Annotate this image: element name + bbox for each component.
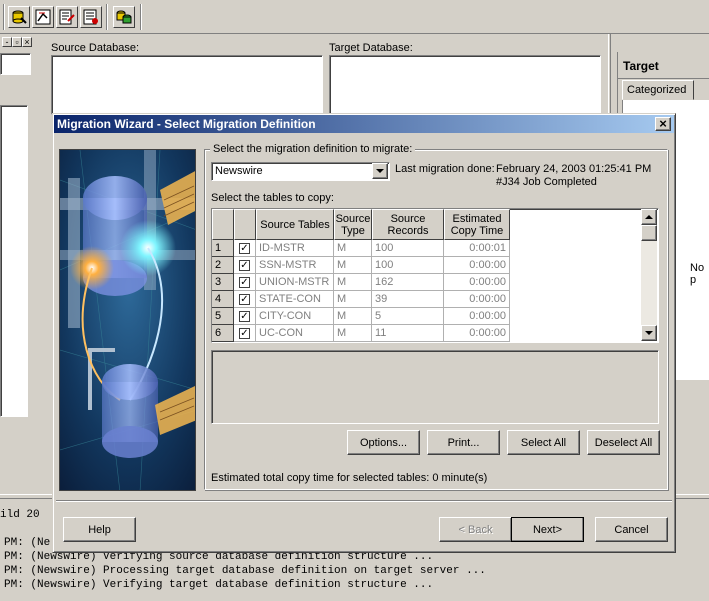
grid-scrollbar[interactable] xyxy=(641,209,657,341)
copy-time-cell: 0:00:00 xyxy=(444,291,510,308)
row-checkbox-cell[interactable]: ✓ xyxy=(234,291,256,308)
definition-dropdown-value: Newswire xyxy=(215,165,263,177)
table-checkbox[interactable]: ✓ xyxy=(239,277,250,288)
source-database-box[interactable] xyxy=(51,55,323,115)
deselect-all-button[interactable]: Deselect All xyxy=(587,430,660,455)
options-button[interactable]: Options... xyxy=(347,430,420,455)
source-table-cell[interactable]: ID-MSTR xyxy=(256,240,334,257)
target-database-box[interactable] xyxy=(329,55,601,115)
dialog-title: Migration Wizard - Select Migration Defi… xyxy=(57,117,316,131)
last-migration-label: Last migration done: xyxy=(395,163,495,175)
source-records-cell: 5 xyxy=(372,308,444,325)
source-type-cell: M xyxy=(334,308,372,325)
copy-time-cell: 0:00:01 xyxy=(444,240,510,257)
row-checkbox-cell[interactable]: ✓ xyxy=(234,240,256,257)
grid-corner xyxy=(212,209,234,240)
row-number: 2 xyxy=(212,257,234,274)
grid-check-header xyxy=(234,209,256,240)
back-button[interactable]: < Back xyxy=(439,517,512,542)
row-number: 1 xyxy=(212,240,234,257)
row-number: 3 xyxy=(212,274,234,291)
col-source-tables[interactable]: Source Tables xyxy=(256,209,334,240)
left-fragment-text: ild 20 xyxy=(0,509,40,521)
db-connect-icon[interactable] xyxy=(32,6,54,28)
source-type-cell: M xyxy=(334,325,372,342)
row-checkbox-cell[interactable]: ✓ xyxy=(234,274,256,291)
source-database-label: Source Database: xyxy=(51,42,140,54)
tab-categorized[interactable]: Categorized xyxy=(622,80,694,100)
col-copy-time[interactable]: Estimated Copy Time xyxy=(444,209,510,240)
definition-dropdown[interactable]: Newswire xyxy=(211,162,390,181)
print-button[interactable]: Print... xyxy=(427,430,500,455)
main-toolbar xyxy=(0,0,709,34)
source-table-cell[interactable]: UC-CON xyxy=(256,325,334,342)
cancel-button[interactable]: Cancel xyxy=(595,517,668,542)
target-database-label: Target Database: xyxy=(329,42,413,54)
source-table-cell[interactable]: STATE-CON xyxy=(256,291,334,308)
source-table-cell[interactable]: CITY-CON xyxy=(256,308,334,325)
log-line: PM: (Newswire) Processing target databas… xyxy=(4,565,486,577)
source-records-cell: 162 xyxy=(372,274,444,291)
table-checkbox[interactable]: ✓ xyxy=(239,243,250,254)
scroll-up-icon[interactable] xyxy=(641,209,657,225)
restore-icon[interactable]: ▫ xyxy=(12,37,22,47)
table-checkbox[interactable]: ✓ xyxy=(239,260,250,271)
row-checkbox-cell[interactable]: ✓ xyxy=(234,325,256,342)
col-source-type[interactable]: Source Type xyxy=(334,209,372,240)
source-type-cell: M xyxy=(334,274,372,291)
select-definition-label: Select the migration definition to migra… xyxy=(210,143,416,155)
select-all-button[interactable]: Select All xyxy=(507,430,580,455)
col-source-records[interactable]: Source Records xyxy=(372,209,444,240)
table-checkbox[interactable]: ✓ xyxy=(239,294,250,305)
close-button[interactable]: × xyxy=(655,117,671,131)
wizard-graphic xyxy=(59,149,196,491)
minimize-icon[interactable]: - xyxy=(2,37,12,47)
table-checkbox[interactable]: ✓ xyxy=(239,311,250,322)
source-table-cell[interactable]: UNION-MSTR xyxy=(256,274,334,291)
source-records-cell: 100 xyxy=(372,240,444,257)
source-records-cell: 39 xyxy=(372,291,444,308)
chevron-down-icon[interactable] xyxy=(372,163,388,179)
copy-time-cell: 0:00:00 xyxy=(444,325,510,342)
copy-time-cell: 0:00:00 xyxy=(444,257,510,274)
db-properties-icon[interactable] xyxy=(80,6,102,28)
help-button[interactable]: Help xyxy=(63,517,136,542)
last-migration-date: February 24, 2003 01:25:41 PM xyxy=(496,163,652,175)
right-fragment-text: No p xyxy=(690,262,705,286)
source-table-cell[interactable]: SSN-MSTR xyxy=(256,257,334,274)
source-type-cell: M xyxy=(334,257,372,274)
row-number: 6 xyxy=(212,325,234,342)
last-migration-status: #J34 Job Completed xyxy=(496,176,597,188)
row-number: 4 xyxy=(212,291,234,308)
copy-time-cell: 0:00:00 xyxy=(444,308,510,325)
scroll-thumb[interactable] xyxy=(641,225,657,241)
row-number: 5 xyxy=(212,308,234,325)
left-pane: - ▫ × xyxy=(0,35,34,495)
estimated-total-text: Estimated total copy time for selected t… xyxy=(211,472,488,484)
tables-grid: Source Tables Source Type Source Records E… xyxy=(211,208,659,343)
db-edit-icon[interactable] xyxy=(56,6,78,28)
scroll-down-icon[interactable] xyxy=(641,325,657,341)
right-panel-title: Target xyxy=(623,59,659,73)
source-records-cell: 11 xyxy=(372,325,444,342)
row-checkbox-cell[interactable]: ✓ xyxy=(234,257,256,274)
log-line: PM: (Newswire) Verifying target database… xyxy=(4,579,434,591)
log-line: PM: (Ne xyxy=(4,537,51,549)
db-wizard-icon[interactable] xyxy=(8,6,30,28)
source-records-cell: 100 xyxy=(372,257,444,274)
dialog-title-bar[interactable]: Migration Wizard - Select Migration Defi… xyxy=(54,115,674,133)
row-checkbox-cell[interactable]: ✓ xyxy=(234,308,256,325)
source-type-cell: M xyxy=(334,291,372,308)
source-type-cell: M xyxy=(334,240,372,257)
close-pane-icon[interactable]: × xyxy=(22,37,32,47)
table-checkbox[interactable]: ✓ xyxy=(239,328,250,339)
select-tables-label: Select the tables to copy: xyxy=(211,192,334,204)
copy-time-cell: 0:00:00 xyxy=(444,274,510,291)
table-description-box xyxy=(211,350,659,424)
next-button[interactable]: Next> xyxy=(511,517,584,542)
db-migrate-icon[interactable] xyxy=(113,6,135,28)
